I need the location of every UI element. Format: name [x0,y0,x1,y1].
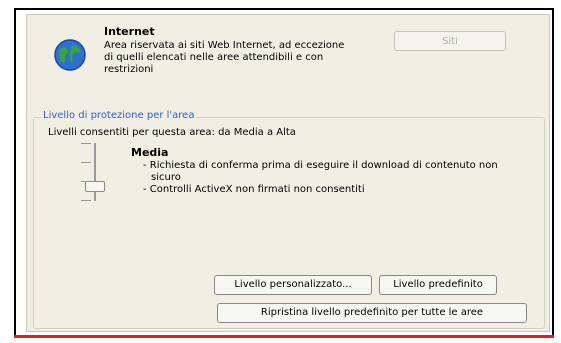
sites-button[interactable]: Siti [394,31,506,51]
slider-tick [81,200,91,201]
reset-all-zones-button[interactable]: Ripristina livello predefinito per tutte… [217,303,527,323]
default-level-button[interactable]: Livello predefinito [379,275,497,295]
security-level-group-title: Livello di protezione per l'area [41,110,197,121]
security-zone-panel: Internet Area riservata ai siti Web Inte… [26,14,550,332]
current-level-name: Media [131,146,169,159]
zone-title: Internet [104,25,155,38]
slider-tick [81,162,91,163]
allowed-levels-label: Livelli consentiti per questa area: da M… [48,127,296,138]
security-level-slider-track[interactable] [94,143,96,201]
security-level-group [33,117,545,329]
red-underline [14,335,554,338]
level-detail-item: - Controlli ActiveX non firmati non cons… [143,184,365,195]
slider-tick [81,143,91,144]
security-level-slider-thumb[interactable] [85,181,105,192]
level-detail-item: - Richiesta di conferma prima di eseguir… [143,160,498,183]
custom-level-button[interactable]: Livello personalizzato... [214,275,372,295]
globe-icon [54,39,86,71]
zone-description: Area riservata ai siti Web Internet, ad … [104,40,345,75]
level-description: - Richiesta di conferma prima di eseguir… [139,160,519,196]
